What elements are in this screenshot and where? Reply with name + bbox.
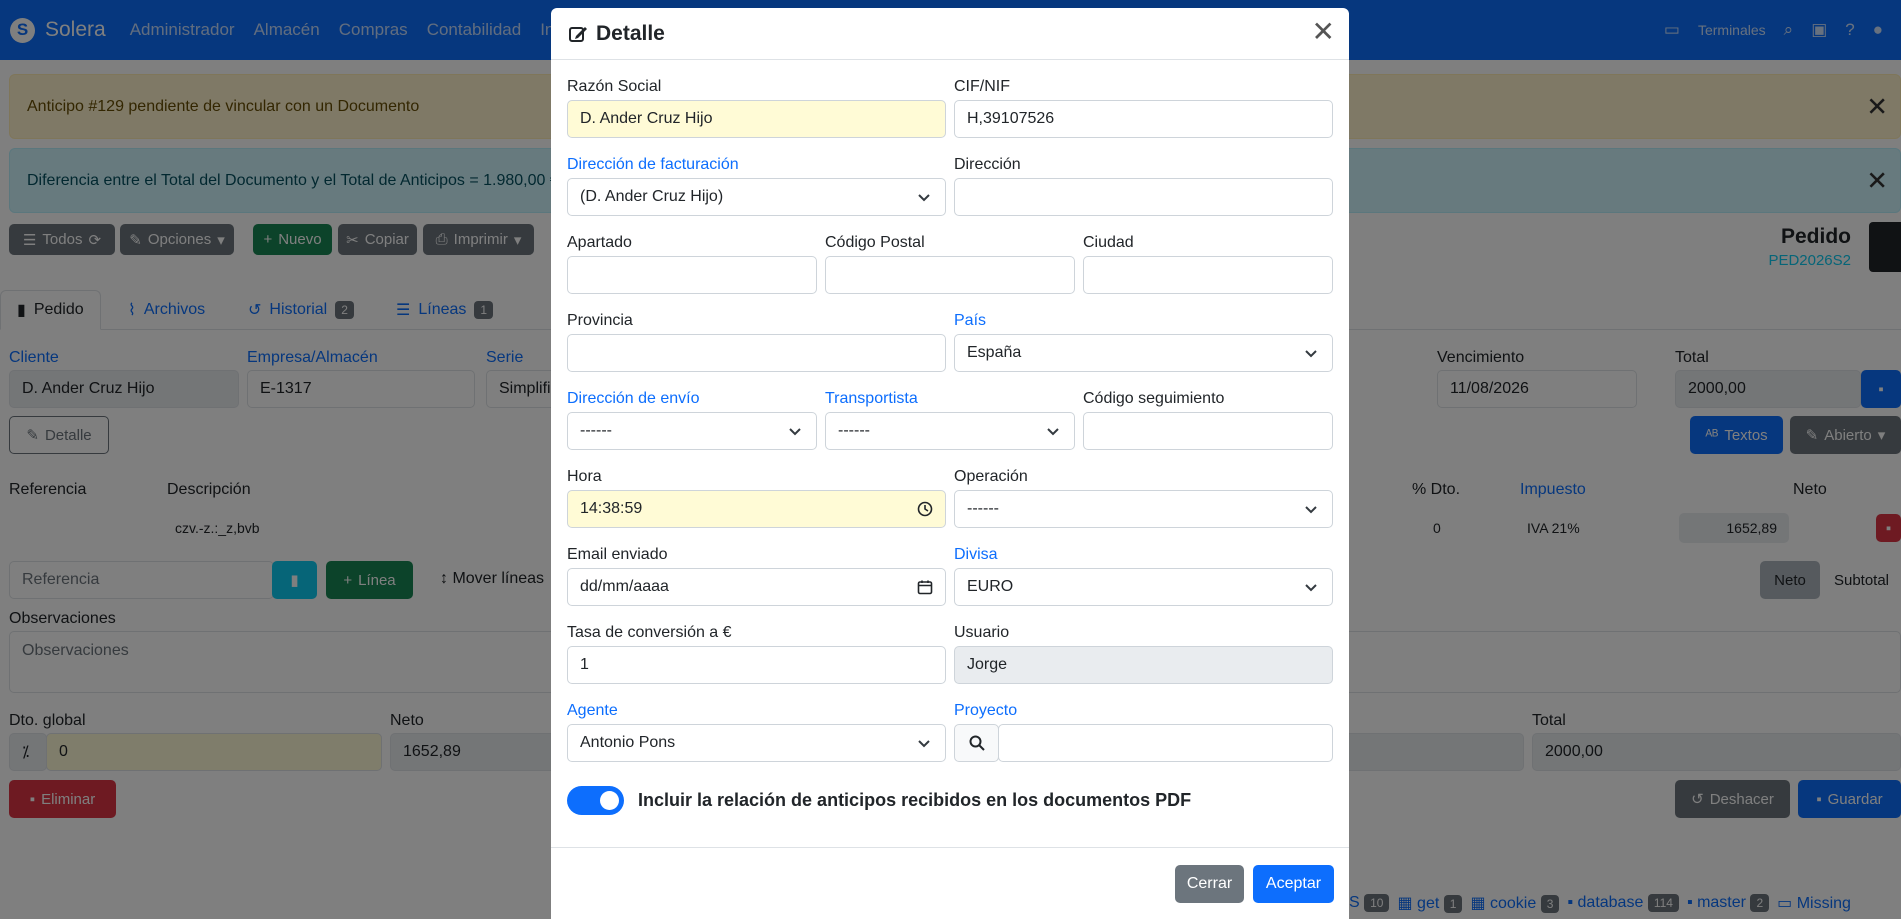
conversion-rate-value: 1 [580,656,589,673]
project-search-button[interactable] [954,724,999,762]
pais-label[interactable]: País [954,312,986,330]
chevron-down-icon [1305,506,1317,514]
transportista-label[interactable]: Transportista [825,390,918,408]
divisa-label[interactable]: Divisa [954,546,998,564]
close-label: Cerrar [1186,875,1233,892]
modal-title: Detalle [596,21,665,45]
ciudad-label: Ciudad [1083,234,1134,251]
operacion-value: ------ [967,500,999,517]
transportista-value: ------ [838,422,870,439]
shipping-address-select[interactable]: ------ [567,412,817,450]
agente-label[interactable]: Agente [567,702,618,720]
divisa-value: EURO [967,578,1014,595]
razon-social-value: D. Ander Cruz Hijo [580,110,713,127]
accept-label: Aceptar [1265,875,1322,892]
email-sent-label: Email enviado [567,546,668,563]
hora-value: 14:38:59 [580,500,643,517]
detalle-modal: Detalle ✕ Razón Social D. Ander Cruz Hij… [551,8,1349,919]
close-icon[interactable]: ✕ [1312,18,1335,46]
modal-header: Detalle ✕ [551,8,1349,60]
conversion-rate-label: Tasa de conversión a € [567,624,732,641]
email-sent-value: dd/mm/aaaa [580,578,669,595]
chevron-down-icon [918,740,930,748]
shipping-address-value: ------ [580,422,612,439]
usuario-label: Usuario [954,624,1010,641]
codigo-postal-label: Código Postal [825,234,925,251]
clock-icon[interactable] [917,501,933,517]
razon-social-label: Razón Social [567,78,662,95]
direccion-label: Dirección [954,156,1021,173]
pais-value: España [967,344,1022,361]
cif-nif-value: H,39107526 [967,110,1055,127]
chevron-down-icon [1305,350,1317,358]
pais-select[interactable]: España [954,334,1333,372]
conversion-rate-input[interactable]: 1 [567,646,946,684]
divisa-select[interactable]: EURO [954,568,1333,606]
provincia-input[interactable] [567,334,946,372]
operacion-select[interactable]: ------ [954,490,1333,528]
proyecto-input[interactable] [998,724,1333,762]
usuario-value: Jorge [967,656,1008,673]
proyecto-label[interactable]: Proyecto [954,702,1017,720]
cif-nif-label: CIF/NIF [954,78,1010,95]
chevron-down-icon [918,194,930,202]
operacion-label: Operación [954,468,1028,485]
close-button[interactable]: Cerrar [1175,865,1244,903]
razon-social-input[interactable]: D. Ander Cruz Hijo [567,100,946,138]
calendar-icon[interactable] [917,579,933,595]
agente-select[interactable]: Antonio Pons [567,724,946,762]
usuario-field: Jorge [954,646,1333,684]
apartado-input[interactable] [567,256,817,294]
hora-input[interactable]: 14:38:59 [567,490,946,528]
transportista-select[interactable]: ------ [825,412,1075,450]
search-icon [969,735,985,751]
codigo-postal-input[interactable] [825,256,1075,294]
tracking-code-label: Código seguimiento [1083,390,1225,407]
provincia-label: Provincia [567,312,633,329]
include-advances-label[interactable]: Incluir la relación de anticipos recibid… [638,790,1191,811]
edit-icon [569,26,587,42]
chevron-down-icon [789,428,801,436]
apartado-label: Apartado [567,234,632,251]
ciudad-input[interactable] [1083,256,1333,294]
email-sent-date[interactable]: dd/mm/aaaa [567,568,946,606]
cif-nif-input[interactable]: H,39107526 [954,100,1333,138]
accept-button[interactable]: Aceptar [1253,865,1334,903]
shipping-address-label[interactable]: Dirección de envío [567,390,700,408]
agente-value: Antonio Pons [580,734,676,751]
hora-label: Hora [567,468,602,485]
billing-address-select[interactable]: (D. Ander Cruz Hijo) [567,178,946,216]
billing-address-label[interactable]: Dirección de facturación [567,156,739,174]
billing-address-value: (D. Ander Cruz Hijo) [580,188,724,205]
include-advances-toggle[interactable] [567,786,624,815]
chevron-down-icon [1305,584,1317,592]
direccion-input[interactable] [954,178,1333,216]
chevron-down-icon [1047,428,1059,436]
tracking-code-input[interactable] [1083,412,1333,450]
